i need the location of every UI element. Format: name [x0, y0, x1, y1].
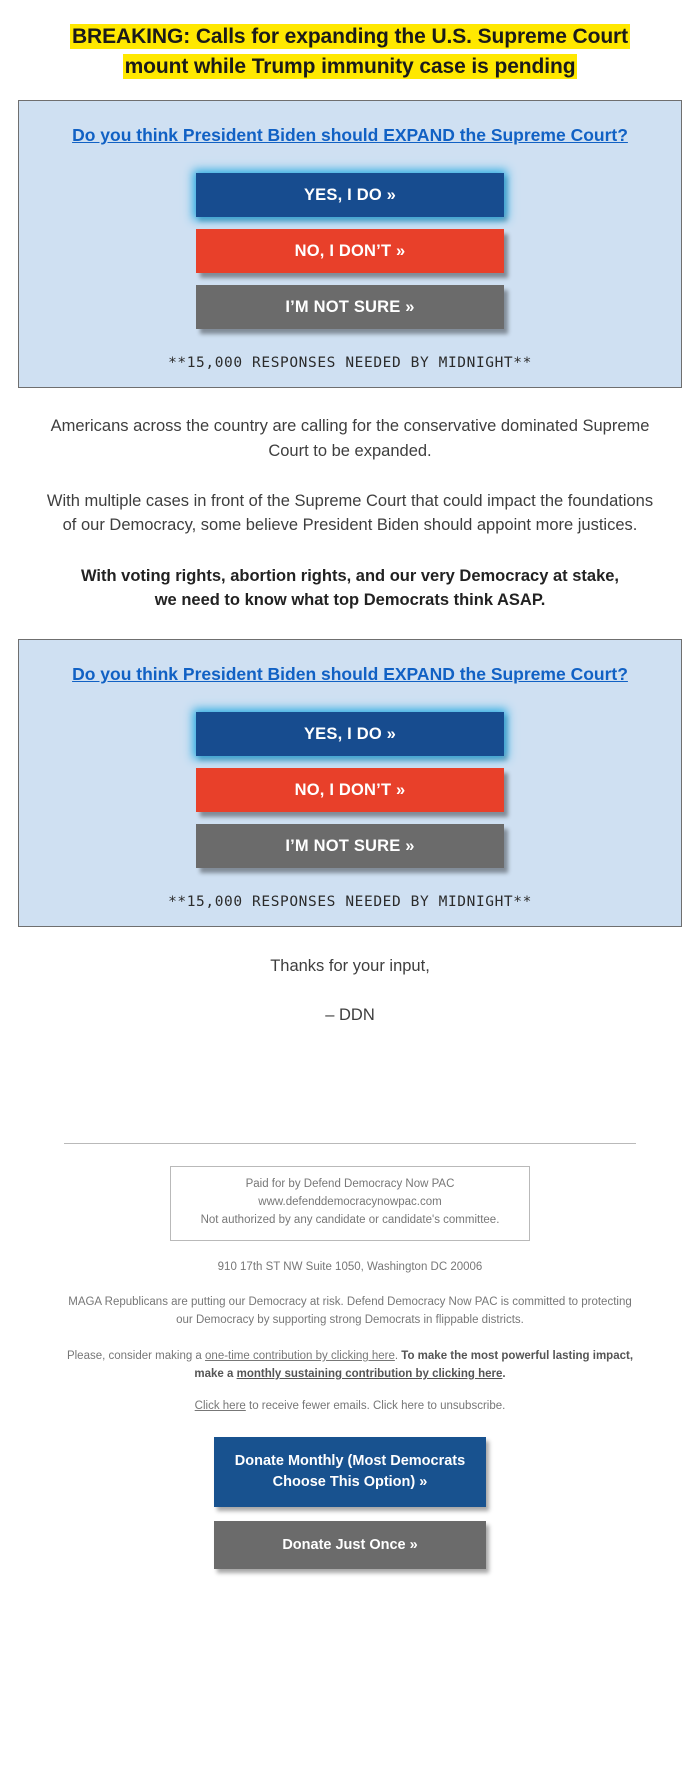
- one-time-contribution-link[interactable]: one-time contribution by clicking here: [205, 1350, 395, 1362]
- page-title: BREAKING: Calls for expanding the U.S. S…: [54, 22, 646, 82]
- fewer-emails-link[interactable]: Click here: [195, 1400, 246, 1412]
- poll-question-link-top[interactable]: Do you think President Biden should EXPA…: [33, 119, 667, 154]
- poll-note-bottom: **15,000 RESPONSES NEEDED BY MIDNIGHT**: [168, 894, 532, 911]
- unsubscribe-rest: to receive fewer emails. Click here to u…: [245, 1399, 506, 1412]
- monthly-contribution-link[interactable]: monthly sustaining contribution by click…: [237, 1368, 503, 1380]
- footer: Paid for by Defend Democracy Now PAC www…: [0, 1143, 700, 1595]
- headline-line-1: BREAKING: Calls for expanding the U.S. S…: [69, 24, 631, 49]
- headline-line-2: mount while Trump immunity case is pendi…: [122, 53, 578, 79]
- poll-note-top: **15,000 RESPONSES NEEDED BY MIDNIGHT**: [168, 355, 532, 372]
- disclaimer-line-2: www.defenddemocracynowpac.com: [258, 1195, 442, 1208]
- poll-button-no-top[interactable]: NO, I DON’T »: [196, 229, 504, 274]
- disclaimer-line-3: Not authorized by any candidate or candi…: [200, 1213, 500, 1226]
- ask-prefix: Please, consider making a: [66, 1349, 206, 1362]
- signoff-text: – DDN: [325, 1006, 375, 1025]
- poll-box-bottom: Do you think President Biden should EXPA…: [18, 638, 682, 928]
- paragraph-1: Americans across the country are calling…: [50, 417, 650, 460]
- poll-button-stack-top: YES, I DO » NO, I DON’T » I’M NOT SURE »: [33, 173, 667, 330]
- donate-monthly-button[interactable]: Donate Monthly (Most Democrats Choose Th…: [214, 1437, 486, 1507]
- poll-button-yes-bottom[interactable]: YES, I DO »: [196, 712, 504, 757]
- email-page: BREAKING: Calls for expanding the U.S. S…: [0, 0, 700, 1595]
- poll-button-no-bottom[interactable]: NO, I DON’T »: [196, 768, 504, 813]
- body-copy: Americans across the country are calling…: [0, 414, 700, 612]
- ask-bold-suffix: .: [502, 1367, 506, 1380]
- poll-button-not-sure-top[interactable]: I’M NOT SURE »: [196, 285, 504, 330]
- poll-box-top: Do you think President Biden should EXPA…: [18, 99, 682, 389]
- footer-mission: MAGA Republicans are putting our Democra…: [68, 1296, 632, 1327]
- footer-divider: [64, 1143, 636, 1145]
- donate-button-stack: Donate Monthly (Most Democrats Choose Th…: [64, 1437, 636, 1570]
- donate-once-button[interactable]: Donate Just Once »: [214, 1520, 486, 1570]
- poll-button-yes-top[interactable]: YES, I DO »: [196, 173, 504, 218]
- footer-address: 910 17th ST NW Suite 1050, Washington DC…: [217, 1260, 483, 1273]
- headline-section: BREAKING: Calls for expanding the U.S. S…: [0, 0, 700, 92]
- paid-for-disclaimer-box: Paid for by Defend Democracy Now PAC www…: [170, 1166, 530, 1241]
- footer-donation-ask: Please, consider making a one-time contr…: [64, 1348, 636, 1384]
- disclaimer-line-1: Paid for by Defend Democracy Now PAC: [245, 1178, 455, 1191]
- poll-question-link-bottom[interactable]: Do you think President Biden should EXPA…: [33, 658, 667, 693]
- closing-text: Thanks for your input,: [270, 957, 430, 976]
- paragraph-3-bold: With voting rights, abortion rights, and…: [80, 566, 620, 610]
- paragraph-2: With multiple cases in front of the Supr…: [46, 491, 654, 535]
- footer-unsubscribe: Click here to receive fewer emails. Clic…: [64, 1398, 636, 1416]
- poll-button-not-sure-bottom[interactable]: I’M NOT SURE »: [196, 824, 504, 869]
- poll-button-stack-bottom: YES, I DO » NO, I DON’T » I’M NOT SURE »: [33, 712, 667, 869]
